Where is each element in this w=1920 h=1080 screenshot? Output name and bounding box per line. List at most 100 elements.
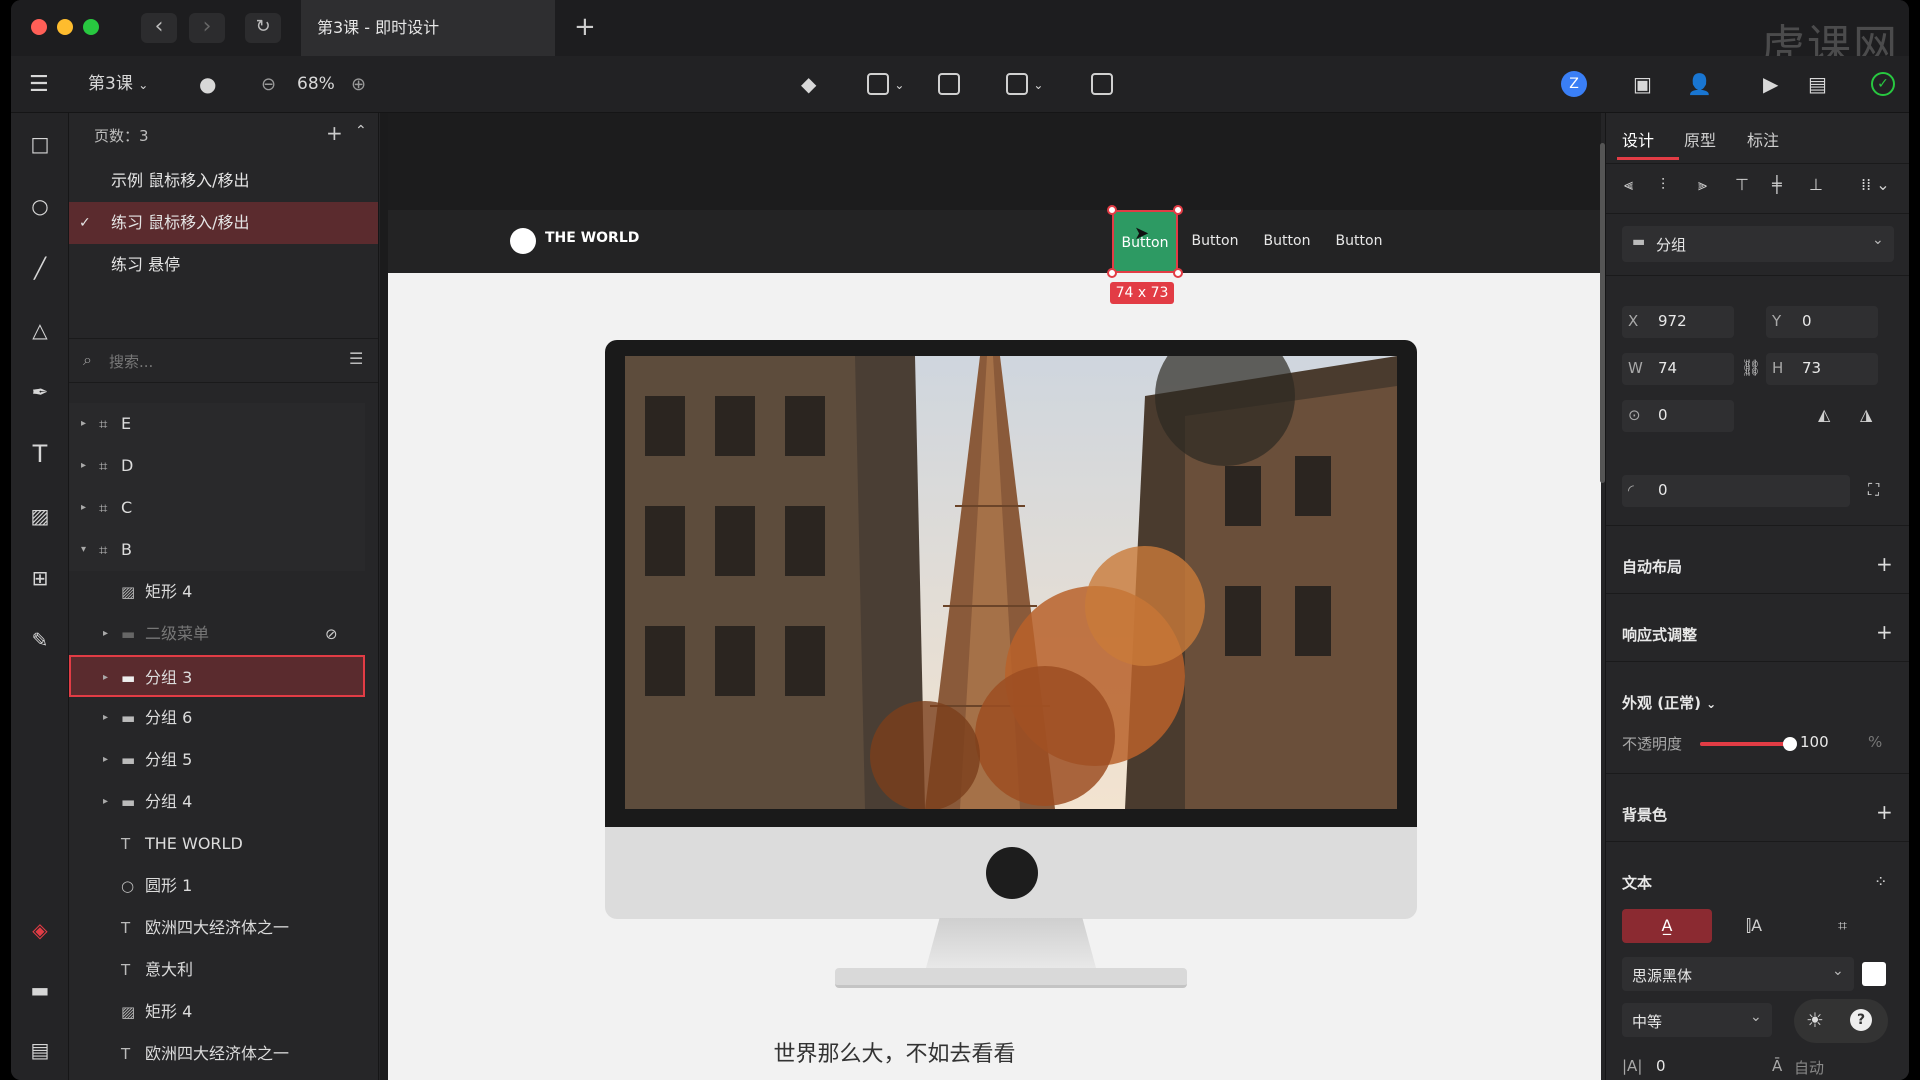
- sun-icon[interactable]: ☀: [1806, 1008, 1824, 1032]
- collapse-pages-icon[interactable]: ⌃: [355, 123, 367, 139]
- align-bottom-icon[interactable]: ⊥: [1809, 175, 1823, 194]
- hidden-eye-icon[interactable]: ⊘: [325, 613, 338, 655]
- artboard[interactable]: THE WORLD Button Button Button Button 74…: [388, 113, 1601, 1080]
- text-styles-icon[interactable]: ⁘: [1874, 872, 1887, 891]
- back-icon[interactable]: ‹: [141, 13, 177, 43]
- align-vcenter-icon[interactable]: ╪: [1772, 175, 1782, 194]
- search-input[interactable]: 搜索...: [109, 351, 153, 372]
- polygon-tool-icon[interactable]: △: [29, 319, 51, 341]
- tab-design[interactable]: 设计: [1622, 127, 1654, 151]
- site-navbar[interactable]: THE WORLD Button Button Button: [388, 210, 1601, 273]
- text-color-swatch[interactable]: [1862, 962, 1886, 986]
- theme-toggle[interactable]: ☀ ?: [1794, 999, 1888, 1043]
- help-icon[interactable]: ?: [1850, 1009, 1872, 1031]
- resize-handle[interactable]: [1173, 268, 1183, 278]
- forward-icon[interactable]: ›: [189, 13, 225, 43]
- page-item-active[interactable]: ✓ 练习 鼠标移入/移出: [69, 202, 378, 244]
- text-fill-button[interactable]: A̲: [1622, 909, 1712, 943]
- zoom-level[interactable]: 68%: [297, 56, 335, 113]
- layer-frame-d[interactable]: ▸ ⌗ D: [69, 445, 365, 487]
- line-tool-icon[interactable]: ╱: [29, 257, 51, 279]
- text-tool-icon[interactable]: T: [29, 442, 51, 466]
- align-left-icon[interactable]: ⫷: [1624, 175, 1633, 195]
- tab-annotate[interactable]: 标注: [1747, 127, 1779, 151]
- pen-tool-icon[interactable]: ✒: [29, 381, 51, 403]
- layer-text[interactable]: T 意大利: [69, 949, 365, 991]
- nav-button[interactable]: Button: [1182, 210, 1248, 273]
- minimize-window-button[interactable]: [57, 19, 73, 35]
- play-icon[interactable]: ▶: [1763, 56, 1778, 113]
- frame-tool-icon[interactable]: ⊞: [29, 567, 51, 589]
- share-users-icon[interactable]: 👤: [1687, 56, 1712, 113]
- align-top-icon[interactable]: ⊤: [1735, 175, 1749, 194]
- avatar[interactable]: Z: [1561, 56, 1587, 113]
- library-icon[interactable]: ▤: [29, 1039, 51, 1061]
- resize-handle[interactable]: [1107, 268, 1117, 278]
- layers-icon[interactable]: ◈: [29, 919, 51, 941]
- align-right-icon[interactable]: ⫸: [1698, 175, 1707, 195]
- menu-icon[interactable]: ☰: [29, 56, 49, 113]
- appearance-dropdown[interactable]: 外观 (正常) ⌄: [1622, 692, 1716, 713]
- scale-icon[interactable]: [938, 56, 960, 113]
- distribute-icon[interactable]: ⁞⁞ ⌄: [1861, 175, 1890, 194]
- layer-submenu[interactable]: ▸ ▬ 二级菜单 ⊘: [69, 613, 365, 655]
- zoom-in-icon[interactable]: ⊕: [351, 56, 366, 113]
- layer-group[interactable]: ▸ ▬ 分组 4: [69, 781, 365, 823]
- nav-button[interactable]: Button: [1254, 210, 1320, 273]
- page-item[interactable]: 示例 鼠标移入/移出: [69, 160, 378, 202]
- y-field[interactable]: Y0: [1766, 306, 1878, 338]
- text-resize-icon[interactable]: ⫿A: [1746, 916, 1762, 936]
- layer-text[interactable]: T THE WORLD: [69, 823, 365, 865]
- sync-status-icon[interactable]: ✓: [1871, 56, 1895, 113]
- document-tab[interactable]: 第3课 - 即时设计: [301, 0, 555, 56]
- page-item[interactable]: 练习 悬停: [69, 244, 378, 286]
- x-field[interactable]: X 972: [1622, 306, 1734, 338]
- text-box-icon[interactable]: ⌗: [1838, 916, 1847, 936]
- new-tab-icon[interactable]: +: [574, 12, 596, 42]
- maximize-window-button[interactable]: [83, 19, 99, 35]
- layer-type-select[interactable]: ▬ 分组 ⌄: [1622, 226, 1894, 262]
- mask-icon[interactable]: ⌄: [1006, 56, 1043, 113]
- rectangle-tool-icon[interactable]: □: [29, 133, 51, 155]
- opacity-slider-knob[interactable]: [1783, 737, 1797, 751]
- width-field[interactable]: W 74: [1622, 353, 1734, 385]
- letter-spacing-value[interactable]: 0: [1656, 1057, 1666, 1075]
- layer-group[interactable]: ▸ ▬ 分组 6: [69, 697, 365, 739]
- monitor-mockup[interactable]: [605, 340, 1417, 988]
- image-tool-icon[interactable]: ▨: [29, 505, 51, 527]
- font-weight-select[interactable]: 中等 ⌄: [1622, 1003, 1772, 1037]
- add-page-icon[interactable]: +: [326, 121, 343, 145]
- layout-icon[interactable]: ▤: [1808, 56, 1827, 113]
- flip-vertical-icon[interactable]: ◮: [1860, 405, 1872, 424]
- reload-icon[interactable]: ↻: [245, 13, 281, 43]
- flip-horizontal-icon[interactable]: ◭: [1818, 405, 1830, 424]
- layer-ellipse[interactable]: ○ 圆形 1: [69, 865, 365, 907]
- add-auto-layout-icon[interactable]: +: [1876, 552, 1893, 576]
- line-height-value[interactable]: 自动: [1794, 1057, 1824, 1078]
- layer-text[interactable]: T 欧洲四大经济体之一: [69, 1033, 365, 1075]
- assets-icon[interactable]: ▬: [29, 979, 51, 1001]
- filter-icon[interactable]: ☰: [349, 349, 363, 368]
- close-window-button[interactable]: [31, 19, 47, 35]
- zoom-out-icon[interactable]: ⊖: [261, 56, 276, 113]
- comment-icon[interactable]: ●: [199, 56, 216, 113]
- nav-button[interactable]: Button: [1326, 210, 1392, 273]
- layer-rect[interactable]: ▨ 矩形 4: [69, 571, 365, 613]
- lock-ratio-icon[interactable]: ⛓: [1741, 358, 1761, 377]
- layer-rect[interactable]: ▨ 矩形 4: [69, 991, 365, 1033]
- layer-text[interactable]: T 欧洲四大经济体之一: [69, 907, 365, 949]
- add-background-icon[interactable]: +: [1876, 800, 1893, 824]
- design-canvas[interactable]: THE WORLD Button Button Button Button 74…: [380, 113, 1601, 1080]
- plugin-icon[interactable]: ▣: [1633, 56, 1652, 113]
- layer-group[interactable]: ▸ ▬ 分组 5: [69, 739, 365, 781]
- corner-radius-field[interactable]: ◜ 0: [1622, 475, 1850, 507]
- frame-icon[interactable]: [1091, 56, 1113, 113]
- height-field[interactable]: H 73: [1766, 353, 1878, 385]
- font-family-select[interactable]: 思源黑体 ⌄: [1622, 957, 1854, 991]
- file-menu[interactable]: 第3课 ⌄: [88, 56, 148, 113]
- independent-corners-icon[interactable]: ⛶: [1868, 480, 1879, 500]
- rotation-field[interactable]: ⊙ 0: [1622, 400, 1734, 432]
- opacity-value[interactable]: 100: [1800, 733, 1829, 751]
- boolean-icon[interactable]: ⌄: [867, 56, 904, 113]
- align-hcenter-icon[interactable]: ⫶: [1661, 175, 1665, 195]
